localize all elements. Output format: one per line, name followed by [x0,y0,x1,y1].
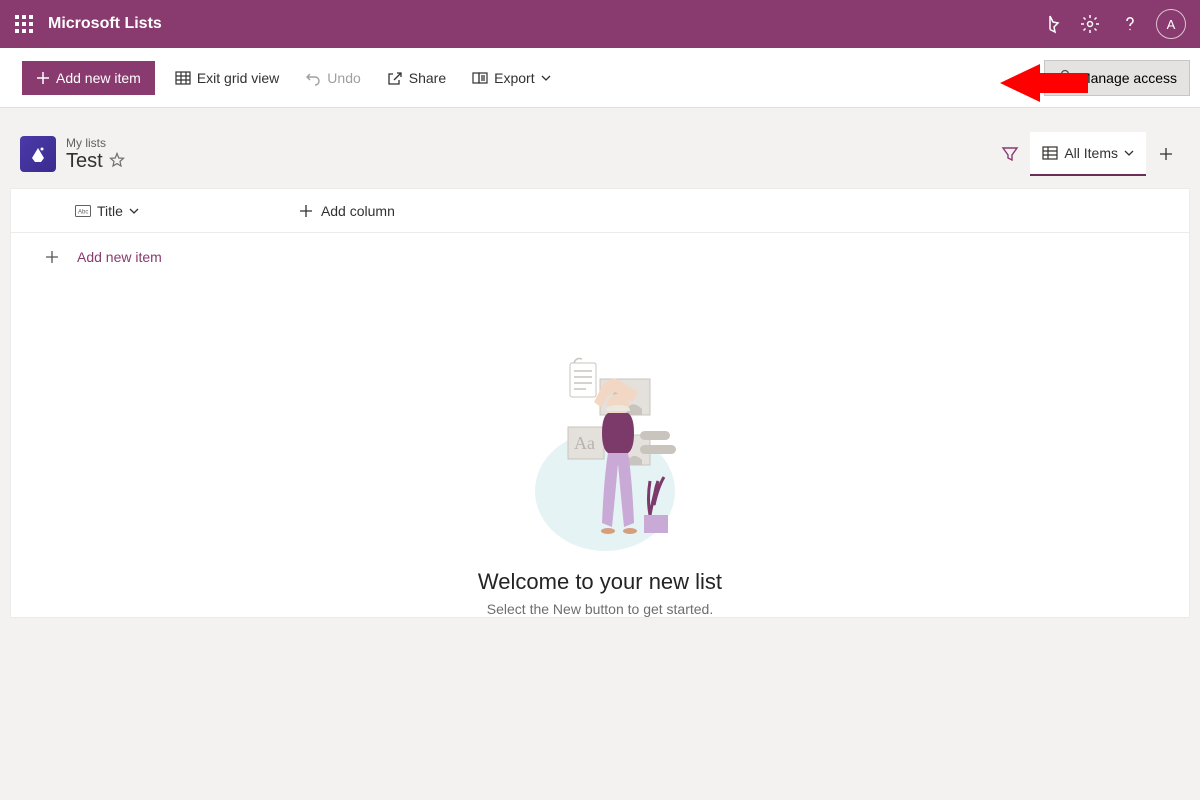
export-button[interactable]: Export [466,61,556,95]
export-label: Export [494,70,534,86]
app-title: Microsoft Lists [48,15,162,33]
manage-access-button[interactable]: Manage access [1044,60,1190,96]
empty-state-illustration: Aa [510,351,690,551]
svg-text:Aa: Aa [574,433,595,453]
undo-button[interactable]: Undo [299,61,366,95]
svg-text:Abc: Abc [78,209,88,215]
column-headers-row: Abc Title Add column [11,189,1189,233]
chevron-down-icon [1124,148,1134,158]
command-bar: Add new item Exit grid view Undo Share E… [0,48,1200,108]
undo-label: Undo [327,70,360,86]
empty-state: Aa Welcome to your new list Selec [11,281,1189,617]
list-view-icon [1042,145,1058,161]
exit-grid-view-button[interactable]: Exit grid view [169,61,285,95]
column-header-title[interactable]: Abc Title [75,203,139,219]
chevron-down-icon [541,73,551,83]
add-new-row[interactable]: Add new item [11,233,1189,281]
add-view-button[interactable] [1146,134,1186,174]
list-title: Test [66,150,103,173]
share-button[interactable]: Share [381,61,452,95]
add-new-row-label: Add new item [77,249,162,265]
add-column-button[interactable]: Add column [299,203,395,219]
app-header: Microsoft Lists A [0,0,1200,48]
user-avatar[interactable]: A [1156,9,1186,39]
share-label: Share [409,70,446,86]
exit-grid-view-label: Exit grid view [197,70,279,86]
favorite-star-icon[interactable] [109,152,125,171]
avatar-initial: A [1167,17,1176,32]
empty-state-subtitle: Select the New button to get started. [487,601,713,617]
add-new-item-button[interactable]: Add new item [22,61,155,95]
chevron-down-icon [129,206,139,216]
list-table: Abc Title Add column Add new item Aa [10,188,1190,618]
help-icon[interactable] [1110,0,1150,48]
list-icon [20,136,56,172]
plus-icon [45,250,59,264]
view-selector[interactable]: All Items [1030,132,1146,176]
filter-icon[interactable] [990,134,1030,174]
add-column-label: Add column [321,203,395,219]
feedback-icon[interactable] [1030,0,1070,48]
view-label: All Items [1064,145,1118,161]
breadcrumb[interactable]: My lists [66,136,125,150]
empty-state-title: Welcome to your new list [478,569,722,595]
column-header-title-label: Title [97,203,123,219]
settings-icon[interactable] [1070,0,1110,48]
add-new-item-label: Add new item [56,70,141,86]
list-header: My lists Test All Items [0,108,1200,188]
app-launcher-icon[interactable] [0,0,48,48]
manage-access-label: Manage access [1079,70,1177,86]
